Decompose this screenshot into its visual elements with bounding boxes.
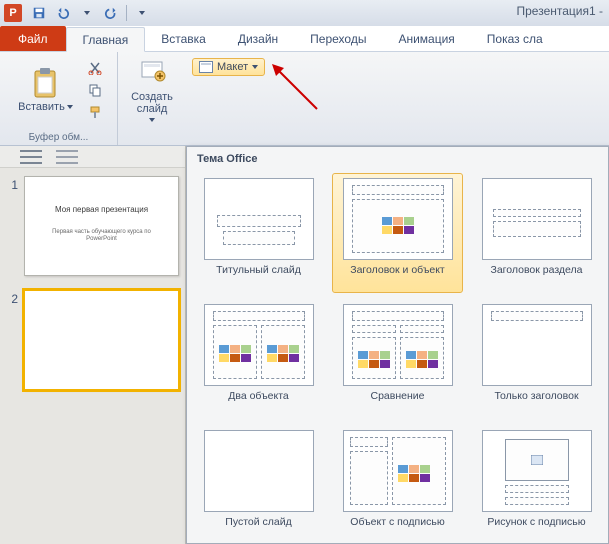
copy-icon[interactable] (84, 80, 106, 100)
layout-icon (199, 61, 213, 73)
thumb-num-1: 1 (6, 176, 18, 276)
group-slides: Создать слайд (118, 52, 186, 145)
quick-access-toolbar (28, 2, 153, 24)
layout-button[interactable]: Макет (192, 58, 265, 76)
layout-button-wrap: Макет (186, 52, 271, 145)
title-bar: P Презентация1 - (0, 0, 609, 26)
layout-content-caption[interactable]: Объект с подписью (332, 425, 463, 543)
cut-icon[interactable] (84, 58, 106, 78)
thumb-row-1[interactable]: 1 Моя первая презентация Первая часть об… (6, 176, 179, 276)
layout-title-content[interactable]: Заголовок и объект (332, 173, 463, 293)
outline-tab-icon[interactable] (56, 150, 78, 164)
app-icon: P (4, 4, 22, 22)
thumb-1[interactable]: Моя первая презентация Первая часть обуч… (24, 176, 179, 276)
thumbnails: 1 Моя первая презентация Первая часть об… (0, 168, 185, 412)
paste-label: Вставить (18, 101, 65, 113)
ribbon-tabs: Файл Главная Вставка Дизайн Переходы Ани… (0, 26, 609, 52)
thumb-num-2: 2 (6, 290, 18, 390)
undo-icon[interactable] (52, 2, 74, 24)
thumb-2[interactable] (24, 290, 179, 390)
format-painter-icon[interactable] (84, 102, 106, 122)
qat-customize-icon[interactable] (131, 2, 153, 24)
new-slide-button[interactable]: Создать слайд (124, 56, 180, 125)
layout-section-header[interactable]: Заголовок раздела (471, 173, 602, 293)
group-clipboard-label: Буфер обм... (8, 132, 109, 143)
layout-label: Макет (217, 61, 248, 73)
layout-title-slide[interactable]: Титульный слайд (193, 173, 324, 293)
gallery-body[interactable]: Титульный слайд Заголовок и объект (187, 169, 608, 543)
layout-two-content[interactable]: Два объекта (193, 299, 324, 419)
tab-transitions[interactable]: Переходы (294, 26, 382, 51)
undo-dropdown-icon[interactable] (76, 2, 98, 24)
redo-icon[interactable] (100, 2, 122, 24)
slide-panel: 1 Моя первая презентация Первая часть об… (0, 146, 186, 544)
layout-picture-caption[interactable]: Рисунок с подписью (471, 425, 602, 543)
layout-title-only[interactable]: Только заголовок (471, 299, 602, 419)
tab-design[interactable]: Дизайн (222, 26, 294, 51)
tab-slideshow[interactable]: Показ сла (471, 26, 559, 51)
save-icon[interactable] (28, 2, 50, 24)
tab-home[interactable]: Главная (66, 27, 146, 52)
layout-blank[interactable]: Пустой слайд (193, 425, 324, 543)
window-title: Презентация1 - (517, 4, 604, 18)
thumb-row-2[interactable]: 2 (6, 290, 179, 390)
paste-button[interactable]: Вставить (11, 56, 80, 124)
gallery-header: Тема Office (187, 147, 608, 169)
layout-gallery: Тема Office Титульный слайд За (186, 146, 609, 544)
group-clipboard: Вставить Буфер обм... (0, 52, 118, 145)
layout-comparison[interactable]: Сравнение (332, 299, 463, 419)
tab-animation[interactable]: Анимация (382, 26, 470, 51)
tab-file[interactable]: Файл (0, 26, 66, 51)
thumb-1-title: Моя первая презентация (40, 205, 162, 214)
new-slide-label: Создать слайд (131, 91, 173, 115)
thumbnails-tab-icon[interactable] (20, 150, 42, 164)
tab-insert[interactable]: Вставка (145, 26, 222, 51)
panel-tabs (0, 146, 185, 168)
annotation-arrow (272, 64, 332, 129)
main-area: 1 Моя первая презентация Первая часть об… (0, 146, 609, 544)
thumb-1-sub: Первая часть обучающего курса по PowerPo… (37, 229, 166, 243)
ribbon: Вставить Буфер обм... Создать слайд Маке… (0, 52, 609, 146)
